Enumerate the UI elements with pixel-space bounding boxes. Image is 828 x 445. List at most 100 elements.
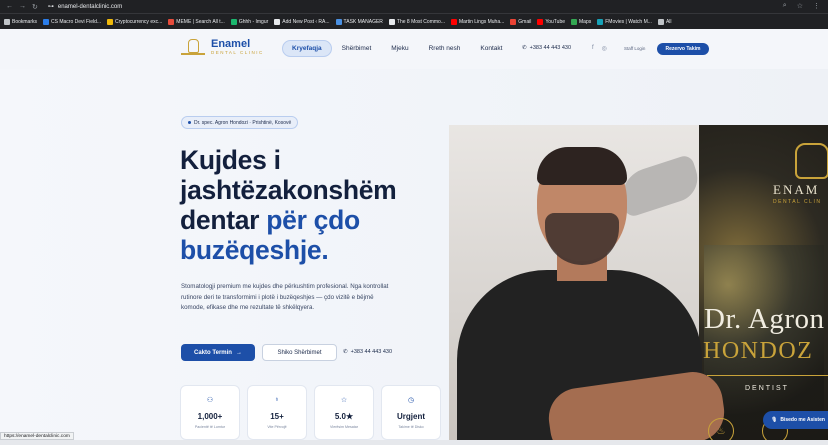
hero-description: Stomatologji premium me kujdes dhe përku… xyxy=(181,283,389,312)
reload-icon[interactable]: ↻ xyxy=(32,3,38,11)
headline-line-3a: dentar xyxy=(180,205,267,235)
zoom-icon[interactable]: ⌕ xyxy=(783,2,787,10)
back-icon[interactable]: ← xyxy=(6,3,13,11)
bookmark-item[interactable]: YouTube xyxy=(537,18,565,25)
headline-line-1: Kujdes i xyxy=(180,145,281,175)
phone-icon: ✆ xyxy=(522,45,527,51)
hero-headline: Kujdes i jashtëzakonshëm dentar për çdo … xyxy=(180,145,450,265)
doctor-badge: Dr. spec. Agron Hondozi · Prishtinë, Kos… xyxy=(181,116,299,129)
bookmark-item[interactable]: Cryptocurrency exc... xyxy=(107,18,162,25)
facebook-icon[interactable]: f xyxy=(592,45,594,52)
book-appointment-button[interactable]: Cakto Termin → xyxy=(181,344,255,361)
extensions-icon[interactable]: ⋮ xyxy=(813,2,820,10)
header-phone[interactable]: ✆ +383 44 443 430 xyxy=(522,45,571,51)
bookmark-favicon-icon xyxy=(168,18,175,25)
bookmark-label[interactable]: MEME | Search All t... xyxy=(176,19,225,25)
bookmark-favicon-icon xyxy=(510,18,517,25)
forward-icon[interactable]: → xyxy=(19,3,26,11)
instagram-icon[interactable]: ◎ xyxy=(602,45,607,52)
browser-titlebar: ← → ↻ ⊶ enamel-dentalclinic.com ⌕ ☆ ⋮ xyxy=(0,0,828,13)
bookmark-item[interactable]: Gmail xyxy=(510,18,531,25)
bookmark-item[interactable]: Maps xyxy=(571,18,591,25)
bookmark-favicon-icon xyxy=(43,18,50,25)
bookmark-label[interactable]: Ghhh - Imgur xyxy=(239,19,268,25)
header-phone-number[interactable]: +383 44 443 430 xyxy=(530,45,571,51)
bookmark-label[interactable]: All xyxy=(666,19,672,25)
staff-login-link[interactable]: Staff Login xyxy=(624,46,645,51)
view-services-button[interactable]: Shiko Shërbimet xyxy=(262,344,337,361)
poster-tooth-icon xyxy=(795,143,828,179)
bookmark-favicon-icon xyxy=(274,18,281,25)
badge-text: Dr. spec. Agron Hondozi · Prishtinë, Kos… xyxy=(194,119,292,126)
logo-name: Enamel xyxy=(211,38,251,50)
reserve-button[interactable]: Rezervo Takim xyxy=(657,43,709,55)
bookmark-item[interactable]: The 8 Most Commo... xyxy=(388,18,445,25)
poster-role: DENTIST xyxy=(745,385,789,392)
nav-home[interactable]: Kryefaqja xyxy=(282,40,332,57)
bookmark-label[interactable]: Add New Post ‹ RA... xyxy=(282,19,329,25)
bookmark-favicon-icon xyxy=(107,18,114,25)
nav-services[interactable]: Shërbimet xyxy=(332,41,382,56)
hero-phone-number[interactable]: +383 44 443 430 xyxy=(351,349,392,355)
site-info-icon[interactable]: ⊶ xyxy=(48,3,54,10)
nav-doctor[interactable]: Mjeku xyxy=(381,41,418,56)
poster-brand-sub: DENTAL CLIN xyxy=(773,199,822,205)
bookmark-item[interactable]: Bookmarks xyxy=(4,18,37,25)
bookmark-label[interactable]: TASK MANAGER xyxy=(344,19,383,25)
bookmark-item[interactable]: MEME | Search All t... xyxy=(168,18,225,25)
headline-line-4: buzëqeshje. xyxy=(180,235,329,265)
logo-subtitle: DENTAL CLINIC xyxy=(211,50,264,55)
phone-icon: ✆ xyxy=(343,349,348,355)
stat-value: 15+ xyxy=(270,412,284,421)
bookmark-favicon-icon xyxy=(571,18,578,25)
bookmark-label[interactable]: CS Macro Devi Field... xyxy=(51,19,101,25)
stat-label: Vlerësim Mesatar xyxy=(330,425,358,429)
bookmark-label[interactable]: Gmail xyxy=(518,19,531,25)
doctor-photo xyxy=(449,125,828,445)
bookmark-item[interactable]: TASK MANAGER xyxy=(335,18,383,25)
address-bar[interactable]: ⊶ enamel-dentalclinic.com xyxy=(48,3,122,11)
bookmark-item[interactable]: FMovies | Watch M... xyxy=(597,18,652,25)
bookmark-favicon-icon xyxy=(4,18,10,25)
bookmark-label[interactable]: The 8 Most Commo... xyxy=(397,19,445,25)
bookmark-label[interactable]: Martin Lings Muha... xyxy=(459,19,504,25)
tooth-logo-icon xyxy=(181,39,205,56)
stat-value: 1,000+ xyxy=(197,412,223,421)
poster-brand: ENAM xyxy=(773,182,820,197)
bookmark-favicon-icon xyxy=(388,18,395,25)
stat-card: ◷ Urgjent Takime të Disko xyxy=(381,385,441,440)
chat-assistant-button[interactable]: 🎙 Bisedo me Asisten xyxy=(763,411,828,429)
poster-title-1: Dr. Agron xyxy=(704,303,825,335)
book-appointment-label[interactable]: Cakto Termin xyxy=(194,350,232,356)
bookmark-item[interactable]: Add New Post ‹ RA... xyxy=(274,18,330,25)
bookmark-item[interactable]: CS Macro Devi Field... xyxy=(43,18,101,25)
bookmark-item[interactable]: Ghhh - Imgur xyxy=(230,18,268,25)
bookmarks-bar: Bookmarks CS Macro Devi Field... Cryptocur… xyxy=(0,13,828,29)
stat-label: Takime të Disko xyxy=(398,425,424,429)
nav-about[interactable]: Rreth nesh xyxy=(419,41,471,56)
nav-contact[interactable]: Kontakt xyxy=(470,41,512,56)
hero-phone[interactable]: ✆ +383 44 443 430 xyxy=(343,349,392,355)
arrow-right-icon: → xyxy=(235,349,242,356)
bookmark-favicon-icon xyxy=(450,18,457,25)
headline-line-3b: për çdo xyxy=(266,205,360,235)
bookmark-label[interactable]: Cryptocurrency exc... xyxy=(115,19,162,25)
bookmark-item[interactable]: Martin Lings Muha... xyxy=(450,18,504,25)
bookmark-label[interactable]: Maps xyxy=(579,19,591,25)
status-bar-url: https://enamel-dentalclinic.com xyxy=(0,432,74,440)
bookmark-label[interactable]: YouTube xyxy=(545,19,565,25)
stat-card: ⚇ 1,000+ Pacientë të Lumtur xyxy=(180,385,240,440)
chat-assistant-label[interactable]: Bisedo me Asisten xyxy=(780,417,825,423)
poster-divider xyxy=(707,375,828,376)
stat-card: ☆ 5.0★ Vlerësim Mesatar xyxy=(314,385,374,440)
bookmark-label[interactable]: FMovies | Watch M... xyxy=(605,19,652,25)
stats-row: ⚇ 1,000+ Pacientë të Lumtur ♁ 15+ Vite P… xyxy=(180,385,441,440)
bookmark-star-icon[interactable]: ☆ xyxy=(797,2,803,10)
badge-dot-icon xyxy=(188,121,191,124)
site-logo[interactable]: Enamel DENTAL CLINIC xyxy=(181,39,264,56)
bookmark-label[interactable]: Bookmarks xyxy=(12,19,37,25)
bookmark-favicon-icon xyxy=(335,18,342,25)
star-icon: ☆ xyxy=(340,397,348,404)
address-text[interactable]: enamel-dentalclinic.com xyxy=(58,4,122,10)
bookmark-item[interactable]: All xyxy=(657,18,672,25)
